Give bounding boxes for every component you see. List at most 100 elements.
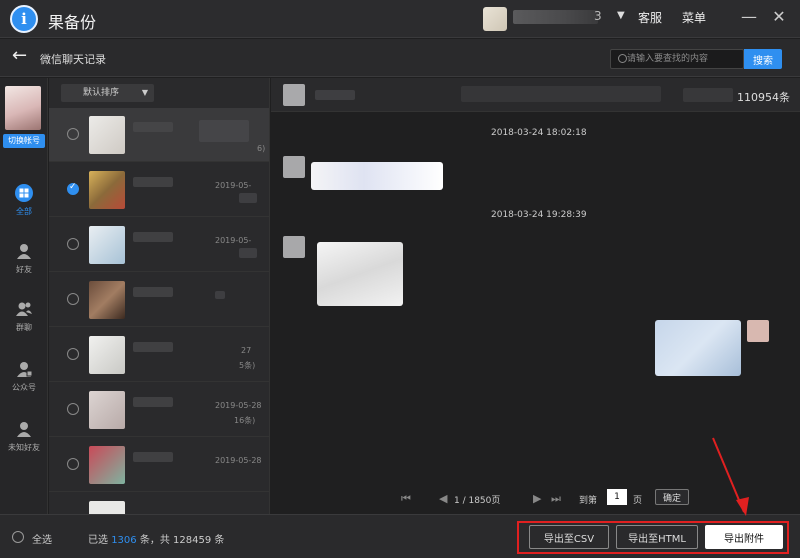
conversation-date: 2019-05-28 (215, 401, 262, 410)
nav-item-all[interactable]: 全部 (0, 184, 48, 217)
user-dropdown-caret-icon[interactable]: ▼ (617, 10, 625, 21)
export-html-button[interactable]: 导出至HTML (616, 525, 698, 549)
conversation-row[interactable]: 27 5条) (49, 328, 269, 382)
pagination: ⏮ ◀ 1 / 1850页 ▶ ⏭ 到第 页 确定 (271, 486, 800, 510)
goto-page-input[interactable] (607, 489, 627, 505)
row-checkbox[interactable] (67, 403, 79, 415)
total-count: 128459 (173, 535, 212, 546)
conversation-date: 2019-05- (215, 181, 252, 190)
nav-item-official-accounts[interactable]: 公众号 (0, 360, 48, 393)
last-page-icon[interactable]: ⏭ (551, 492, 561, 506)
conversation-preview-blurred (239, 248, 257, 258)
nav-label-official-accounts: 公众号 (12, 383, 36, 392)
selection-mid: 条，共 (139, 535, 170, 546)
row-checkbox[interactable] (67, 182, 79, 195)
conversation-avatar (89, 226, 125, 264)
customer-service-link[interactable]: 客服 (638, 9, 662, 26)
conversation-count: 6) (257, 144, 266, 153)
chat-info-blurred (683, 88, 733, 102)
chevron-down-icon: ▼ (141, 88, 148, 97)
conversation-row[interactable] (49, 273, 269, 327)
nav-label-friends: 好友 (16, 265, 32, 274)
conversation-row[interactable]: 2019-05-28 (49, 438, 269, 492)
nav-item-unknown-friends[interactable]: 未知好友 (0, 420, 48, 453)
search-icon (618, 54, 627, 63)
goto-label: 到第 (579, 496, 598, 506)
nav-item-friends[interactable]: 好友 (0, 242, 48, 275)
nav-item-groups[interactable]: 群聊 (0, 300, 48, 333)
sub-header: ← 微信聊天记录 搜索 (0, 39, 800, 77)
conversation-name-blurred (133, 122, 173, 132)
row-checkbox[interactable] (67, 238, 79, 250)
close-icon[interactable]: ✕ (768, 6, 790, 28)
sort-dropdown[interactable]: 默认排序 ▼ (61, 84, 154, 102)
conversation-row[interactable]: 2019-05-28 16条) (49, 383, 269, 437)
row-checkbox[interactable] (67, 293, 79, 305)
first-page-icon[interactable]: ⏮ (401, 492, 411, 506)
menu-link[interactable]: 菜单 (682, 9, 706, 26)
bottom-bar: 全选 已选 1306 条，共 128459 条 导出至CSV 导出至HTML 导… (0, 514, 800, 558)
row-checkbox[interactable] (67, 348, 79, 360)
user-name-suffix: 3 (594, 9, 602, 23)
chat-header: 110954条 (271, 78, 800, 112)
search-button[interactable]: 搜索 (744, 49, 782, 69)
unknown-friend-icon (17, 422, 31, 437)
selected-count: 1306 (111, 535, 137, 546)
chat-info-blurred (461, 86, 661, 102)
conversation-avatar (89, 116, 125, 154)
message-bubble (317, 242, 403, 306)
conversation-date: 2019-05- (215, 236, 252, 245)
conversation-name-blurred (133, 397, 173, 407)
user-avatar[interactable] (483, 7, 507, 31)
back-arrow-icon[interactable]: ← (12, 45, 27, 66)
page-title: 微信聊天记录 (40, 53, 106, 66)
official-account-icon (17, 362, 33, 377)
message-timestamp: 2018-03-24 19:28:39 (491, 210, 587, 220)
page-indicator: 1 / 1850页 (454, 496, 501, 506)
switch-account-button[interactable]: 切换帐号 (3, 134, 45, 148)
conversation-avatar (89, 171, 125, 209)
app-title: 果备份 (48, 13, 97, 32)
sort-dropdown-label: 默认排序 (83, 88, 120, 98)
conversation-preview-blurred (215, 291, 225, 299)
chat-name-blurred (315, 90, 355, 100)
next-page-icon[interactable]: ▶ (533, 492, 541, 505)
left-nav: 切换帐号 全部 好友 群聊 公众号 未知好友 (0, 78, 48, 514)
conversation-avatar (89, 391, 125, 429)
message-avatar (283, 236, 305, 258)
message-timestamp: 2018-03-24 18:02:18 (491, 128, 587, 138)
user-name-blurred[interactable] (513, 10, 598, 24)
grid-icon (15, 184, 33, 202)
export-attachments-button[interactable]: 导出附件 (705, 525, 783, 549)
conversation-row[interactable]: 6) (49, 108, 269, 162)
select-all-label[interactable]: 全选 (32, 531, 52, 546)
search-input[interactable] (610, 49, 744, 69)
conversation-name-blurred (133, 177, 173, 187)
conversation-row[interactable]: 2019-05- (49, 218, 269, 272)
title-bar: i 果备份 3 ▼ 客服 菜单 — ✕ (0, 0, 800, 38)
select-all-checkbox[interactable] (12, 531, 24, 543)
conversation-row[interactable]: 2019-05- (49, 163, 269, 217)
minimize-icon[interactable]: — (738, 6, 760, 28)
nav-label-unknown-friends: 未知好友 (8, 443, 40, 452)
row-checkbox[interactable] (67, 458, 79, 470)
export-csv-button[interactable]: 导出至CSV (529, 525, 609, 549)
message-count: 110954条 (737, 91, 790, 104)
nav-label-groups: 群聊 (16, 323, 32, 332)
prev-page-icon[interactable]: ◀ (439, 492, 447, 505)
conversation-count: 16条) (234, 416, 256, 425)
message-bubble-outgoing (655, 320, 741, 376)
conversation-date: 27 (241, 346, 252, 355)
group-icon (16, 302, 32, 316)
conversation-preview-blurred (199, 120, 249, 142)
conversation-preview-blurred (239, 193, 257, 203)
row-checkbox[interactable] (67, 128, 79, 140)
selection-suffix: 条 (214, 535, 225, 546)
conversation-avatar (89, 446, 125, 484)
conversation-name-blurred (133, 287, 173, 297)
page-unit-label: 页 (633, 496, 643, 506)
selection-summary: 已选 1306 条，共 128459 条 (88, 531, 224, 546)
conversation-row[interactable] (49, 493, 269, 514)
goto-confirm-button[interactable]: 确定 (655, 489, 689, 505)
chat-pane: 110954条 2018-03-24 18:02:18 2018-03-24 1… (271, 78, 800, 514)
